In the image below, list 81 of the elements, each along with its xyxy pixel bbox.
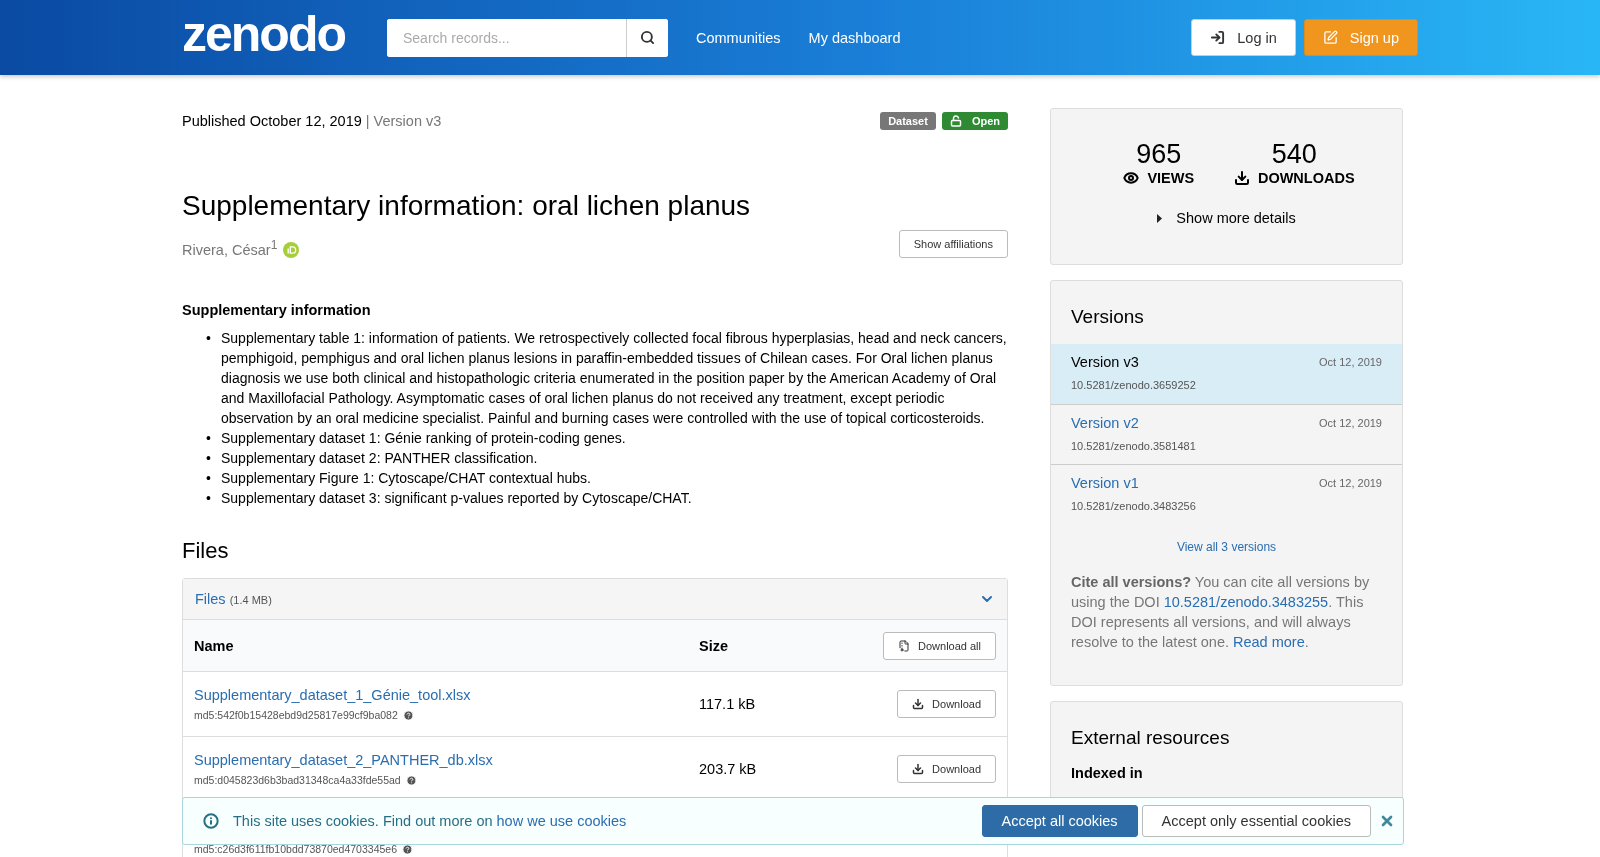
version-label[interactable]: Version v1 (1071, 475, 1139, 491)
download-icon (912, 698, 925, 710)
nav-link[interactable]: Communities (696, 29, 781, 46)
search-field[interactable]: Search records... (387, 18, 668, 57)
file-checksum: md5:d045823d6b3bad31348ca4a33fde55ad (194, 774, 699, 786)
cookie-message: This site uses cookies. Find out more on how we use cookies (233, 813, 628, 829)
logo[interactable]: zenodo (182, 8, 345, 59)
description-heading: Supplementary information (182, 302, 372, 318)
search-button[interactable] (626, 18, 668, 57)
bullet: • (206, 469, 212, 488)
bullet: • (206, 489, 212, 508)
download-button[interactable]: Download (897, 755, 996, 783)
file-size: 117.1 kB (699, 696, 757, 712)
record-title: Supplementary information: oral lichen planus (182, 190, 752, 222)
help-icon[interactable] (405, 774, 417, 786)
read-more-link[interactable]: Read more (1233, 634, 1305, 650)
version-date: Oct 12, 2019 (1319, 417, 1382, 429)
view-all-versions-link[interactable]: View all 3 versions (1051, 540, 1402, 554)
info-icon (203, 813, 219, 829)
versions-title: Versions (1070, 305, 1145, 329)
pencil-icon (1322, 30, 1338, 45)
file-icon (898, 639, 910, 652)
publication-date: Published October 12, 2019 | Version v3 (182, 113, 442, 129)
caret-right-icon (1157, 213, 1163, 223)
cite-all-versions-text: Cite all versions? You can cite all versions by using the DOI 10.5281/zenodo.3483255. This DOI represents all versions, and will always resolve to the latest one. Read more. (1070, 573, 1371, 652)
version-doi: 10.5281/zenodo.3483256 (1071, 500, 1197, 512)
file-checksum: md5:542f0b15428ebd9d25817e99cf9ba082 (194, 709, 699, 721)
column-header: Size (699, 637, 729, 654)
show-affiliations-button[interactable]: Show affiliations (898, 230, 1008, 258)
file-checksum: md5:c26d3f611fb10bdd73870ed4703345e6 (194, 843, 699, 855)
version-label[interactable]: Version v2 (1071, 415, 1139, 431)
file-link[interactable]: Supplementary_dataset_1_Génie_tool.xlsx (194, 687, 699, 703)
login-button[interactable]: Log in (1191, 19, 1296, 56)
indexed-in-label: Indexed in (1071, 765, 1143, 781)
download-icon (912, 763, 925, 775)
download-button[interactable]: Download (897, 690, 996, 718)
description-item: Supplementary table 1: information of patients. We retrospectively collected focal fibrous hyperplasias, head and neck cancers, pemphigoid, pemphigus and oral lichen planus lesions in paraffin-embedded tissues of Chilean cases. For Oral lichen planus diagnosis we use both clinical and histopathologic criteria enumerated in the position paper by the American Academy of Oral and Maxillofacial Pathology. Asymptomatic cases of oral lichen planus do not received any treatment, except periodic observation by an oral medicine specialist. Painful and burning cases were controlled with the use of topical corticosteroids. (221, 329, 1008, 428)
files-toggle[interactable]: Files (195, 591, 226, 607)
description-item: Supplementary Figure 1: Cytoscape/CHAT contextual hubs. (221, 469, 591, 488)
version-label[interactable]: Version v3 (1071, 354, 1139, 370)
type-badge: Dataset (880, 112, 936, 130)
version-item[interactable]: Version v1 Oct 12, 2019 10.5281/zenodo.3483256 (1051, 464, 1402, 524)
version-date: Oct 12, 2019 (1319, 356, 1382, 368)
download-icon (1233, 170, 1250, 186)
files-heading: Files (182, 538, 230, 564)
close-icon (1379, 813, 1395, 829)
file-link[interactable]: Supplementary_dataset_2_PANTHER_db.xlsx (194, 752, 699, 768)
downloads-count: 540 (1270, 139, 1318, 170)
total-size: (1.4 MB) (229, 594, 272, 606)
author-name[interactable]: Rivera, César$^{1}$ (182, 238, 278, 258)
unlock-icon (949, 115, 962, 127)
version-date: Oct 12, 2019 (1319, 477, 1382, 489)
nav-link[interactable]: My dashboard (808, 29, 901, 46)
bullet: • (206, 329, 212, 348)
eye-icon (1123, 170, 1140, 186)
help-icon[interactable] (402, 843, 413, 855)
description-item: Supplementary dataset 1: Génie ranking of protein-coding genes. (221, 429, 626, 448)
column-header: Name (194, 637, 235, 654)
version-item[interactable]: Version v2 Oct 12, 2019 10.5281/zenodo.3581481 (1051, 404, 1402, 464)
cookie-policy-link[interactable]: how we use cookies (496, 813, 627, 829)
version-item[interactable]: Version v3 Oct 12, 2019 10.5281/zenodo.3659252 (1051, 344, 1402, 404)
external-resources-title: External resources (1070, 726, 1231, 750)
version-doi: 10.5281/zenodo.3659252 (1071, 379, 1197, 391)
access-badge: Open (941, 112, 1008, 130)
close-button[interactable] (1379, 813, 1395, 829)
accept-essential-cookies-button[interactable]: Accept only essential cookies (1141, 805, 1371, 837)
version-doi: 10.5281/zenodo.3581481 (1071, 440, 1197, 452)
show-more-details[interactable]: Show more details (1176, 210, 1296, 226)
bullet: • (206, 449, 212, 468)
download-all-button[interactable]: Download all (883, 631, 996, 660)
downloads-label: DOWNLOADS (1257, 170, 1355, 186)
accept-all-cookies-button[interactable]: Accept all cookies (981, 805, 1138, 837)
description-item: Supplementary dataset 3: significant p-values reported by Cytoscape/CHAT. (221, 489, 692, 508)
views-count: 965 (1135, 139, 1183, 170)
file-size: 203.7 kB (699, 761, 758, 777)
bullet: • (206, 429, 212, 448)
sign-in-icon (1210, 30, 1226, 45)
views-label: VIEWS (1147, 170, 1195, 186)
search-icon (640, 30, 655, 45)
description-item: Supplementary dataset 2: PANTHER classification. (221, 449, 538, 468)
help-icon[interactable] (402, 709, 414, 721)
